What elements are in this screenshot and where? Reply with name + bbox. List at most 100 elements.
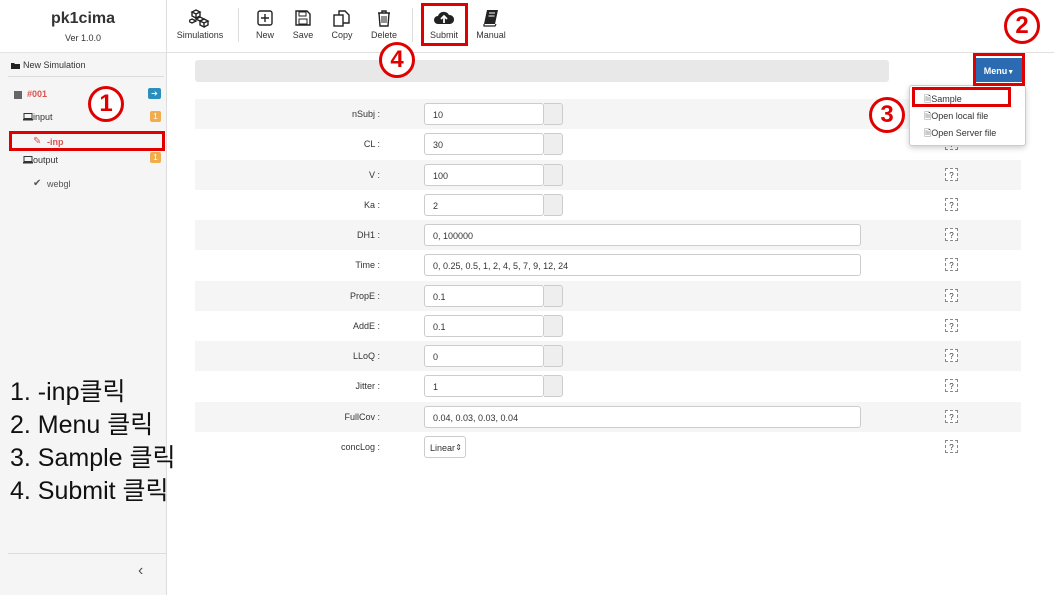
- caret-down-icon: ▼: [1007, 69, 1015, 76]
- divider: [238, 8, 239, 42]
- param-select-conclog[interactable]: Linear ⇕: [424, 436, 466, 458]
- help-icon[interactable]: ?: [945, 319, 958, 332]
- param-input-jitter[interactable]: 1: [424, 375, 544, 397]
- arrow-right-icon[interactable]: ➔: [148, 88, 161, 99]
- instructions: 1. -inp클릭 2. Menu 클릭 3. Sample 클릭 4. Sub…: [10, 376, 176, 508]
- input-addon: [544, 133, 563, 155]
- cubes-icon: [189, 9, 210, 28]
- param-label: DH1 :: [356, 230, 380, 240]
- simulations-button[interactable]: Simulations: [175, 8, 225, 40]
- inp-file-label: -inp: [47, 137, 64, 147]
- instruction-step: 4. Submit 클릭: [10, 477, 169, 505]
- save-button[interactable]: Save: [290, 8, 316, 40]
- help-icon[interactable]: ?: [945, 379, 958, 392]
- param-label: Jitter :: [355, 381, 380, 391]
- help-icon[interactable]: ?: [945, 410, 958, 423]
- param-input-time[interactable]: 0, 0.25, 0.5, 1, 2, 4, 5, 7, 9, 12, 24: [424, 254, 861, 276]
- cloud-upload-icon: [434, 11, 455, 24]
- webgl-label: webgl: [47, 179, 71, 189]
- step-marker-4: 4: [379, 42, 415, 78]
- chevron-left-icon[interactable]: ‹: [138, 562, 143, 580]
- param-input-ka[interactable]: 2: [424, 194, 544, 216]
- param-input-adde[interactable]: 0.1: [424, 315, 544, 337]
- param-label: concLog :: [340, 442, 380, 452]
- param-input-cl[interactable]: 30: [424, 133, 544, 155]
- help-icon[interactable]: ?: [945, 349, 958, 362]
- param-row-ka: Ka : 2 ?: [195, 190, 1021, 220]
- output-label: output: [33, 155, 59, 165]
- new-button[interactable]: New: [253, 8, 277, 40]
- param-input-nsubj[interactable]: 10: [424, 103, 544, 125]
- input-addon: [544, 194, 563, 216]
- delete-label: Delete: [370, 30, 397, 40]
- param-input-v[interactable]: 100: [424, 164, 544, 186]
- menu-dropdown: 🗎Sample 🗎Open local file 🗎Open Server fi…: [909, 85, 1026, 146]
- menu-button-label: Menu: [983, 66, 1008, 76]
- param-row-dh1: DH1 : 0, 100000 ?: [195, 220, 1021, 250]
- instruction-step: 3. Sample 클릭: [10, 444, 176, 472]
- copy-button[interactable]: Copy: [329, 8, 355, 40]
- panel-header: [195, 60, 889, 82]
- menu-button[interactable]: Menu▼: [976, 58, 1022, 82]
- brand: pk1cima Ver 1.0.0: [0, 0, 166, 53]
- param-row-prope: PropE : 0.1 ?: [195, 281, 1021, 311]
- param-label: PropE :: [349, 291, 380, 301]
- laptop-icon: [23, 156, 33, 164]
- input-addon: [544, 164, 563, 186]
- new-label: New: [255, 30, 274, 40]
- trash-icon: [378, 10, 390, 27]
- param-row-time: Time : 0, 0.25, 0.5, 1, 2, 4, 5, 7, 9, 1…: [195, 250, 1021, 280]
- list-icon: [14, 91, 22, 99]
- param-label: CL :: [363, 139, 380, 149]
- param-input-lloq[interactable]: 0: [424, 345, 544, 367]
- select-arrows-icon: ⇕: [455, 443, 462, 452]
- delete-button[interactable]: Delete: [369, 8, 399, 40]
- app-version: Ver 1.0.0: [64, 33, 102, 43]
- divider: [8, 76, 164, 77]
- help-icon[interactable]: ?: [945, 198, 958, 211]
- step-marker-3: 3: [869, 97, 905, 133]
- menu-item-sample[interactable]: 🗎Sample: [924, 92, 962, 108]
- param-label: FullCov :: [344, 412, 380, 422]
- input-label: input: [33, 112, 53, 122]
- param-row-cl: CL : 30 ?: [195, 129, 1021, 159]
- manual-button[interactable]: Manual: [473, 8, 509, 40]
- help-icon[interactable]: ?: [945, 258, 958, 271]
- divider: [412, 8, 413, 42]
- plus-square-icon: [257, 10, 273, 26]
- menu-item-label: Open Server file: [931, 128, 997, 138]
- book-icon: [483, 10, 498, 27]
- help-icon[interactable]: ?: [945, 228, 958, 241]
- menu-item-open-server[interactable]: 🗎Open Server file: [924, 126, 996, 142]
- param-input-dh1[interactable]: 0, 100000: [424, 224, 861, 246]
- param-input-prope[interactable]: 0.1: [424, 285, 544, 307]
- edit-icon: ✎: [33, 136, 42, 147]
- instruction-step: 2. Menu 클릭: [10, 411, 154, 439]
- copy-label: Copy: [331, 30, 353, 40]
- save-label: Save: [292, 30, 314, 40]
- help-icon[interactable]: ?: [945, 440, 958, 453]
- output-count-badge: 1: [150, 152, 161, 163]
- folder-icon: [11, 63, 20, 69]
- step-marker-2: 2: [1004, 8, 1040, 44]
- manual-label: Manual: [476, 30, 506, 40]
- app-title: pk1cima: [50, 10, 116, 27]
- param-input-fullcov[interactable]: 0.04, 0.03, 0.03, 0.04: [424, 406, 861, 428]
- menu-item-label: Sample: [931, 94, 962, 104]
- simulation-id: #001: [27, 89, 48, 99]
- new-simulation-label: New Simulation: [23, 60, 86, 70]
- param-label: Ka :: [363, 200, 380, 210]
- help-icon[interactable]: ?: [945, 168, 958, 181]
- save-icon: [295, 10, 311, 26]
- input-addon: [544, 315, 563, 337]
- menu-item-open-local[interactable]: 🗎Open local file: [924, 109, 988, 125]
- help-icon[interactable]: ?: [945, 289, 958, 302]
- param-row-adde: AddE : 0.1 ?: [195, 311, 1021, 341]
- param-row-fullcov: FullCov : 0.04, 0.03, 0.03, 0.04 ?: [195, 402, 1021, 432]
- param-label: Time :: [355, 260, 380, 270]
- check-icon: ✔: [33, 178, 42, 189]
- input-addon: [544, 103, 563, 125]
- param-label: V :: [368, 170, 380, 180]
- copy-icon: [333, 10, 350, 27]
- submit-button[interactable]: Submit: [427, 8, 461, 40]
